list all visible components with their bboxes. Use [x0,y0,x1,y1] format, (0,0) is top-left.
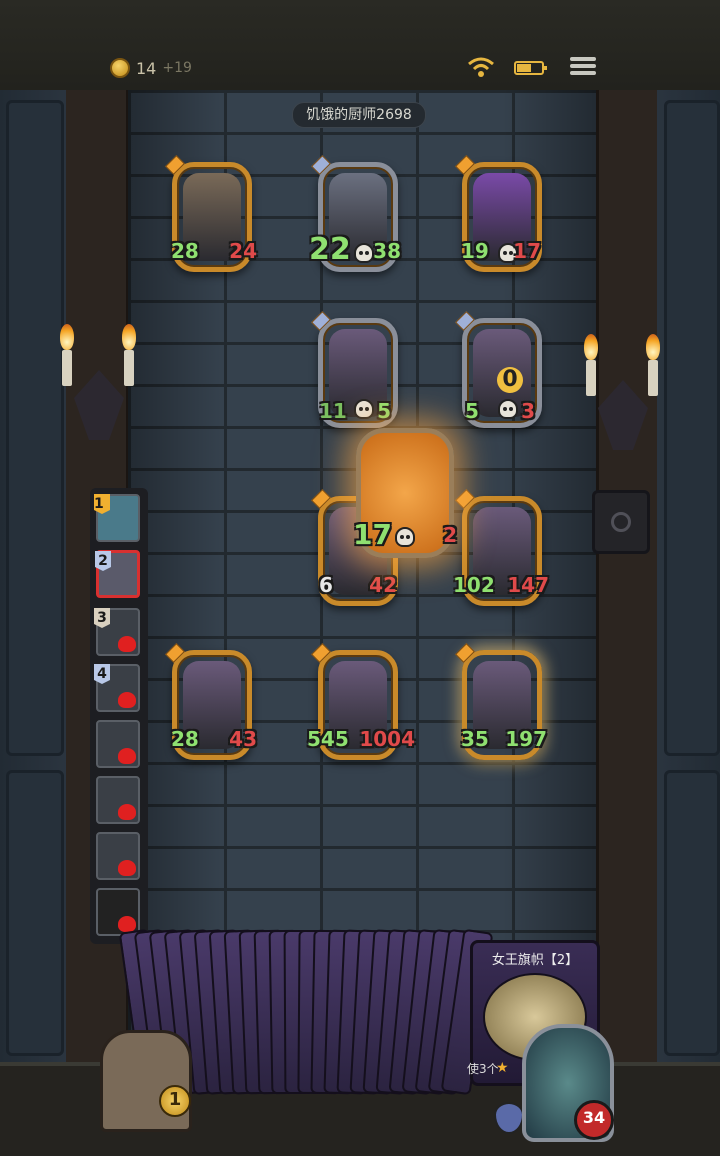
right-door-panel [664,100,720,756]
deck-card-title: 女王旗帜【2】 [491,953,579,968]
queue-item[interactable]: 4 [94,664,140,712]
door-lock [592,490,650,554]
card-health: 3 [521,399,535,423]
right-beam [596,90,657,1070]
queue-number: 4 [94,664,110,684]
queue-item[interactable] [96,776,140,824]
enemy-card[interactable]: 11 5 [311,311,398,428]
card-attack: 35 [461,727,489,751]
card-attack: 22 [309,232,351,267]
card-attack: 5 [465,399,479,423]
queue-number: 2 [95,551,111,571]
card-attack: 6 [319,573,333,597]
card-attack: 545 [307,727,349,751]
turn-order-queue: 1 2 3 4 [90,488,148,944]
star-icon: ★ [496,1060,509,1076]
dead-skull-icon [118,860,136,876]
card-health: 42 [369,573,397,597]
menu-button[interactable] [570,54,596,80]
card-health: 5 [377,399,391,423]
skull-icon [395,527,415,547]
card-health: 17 [513,239,541,263]
top-bar: 14 +19 [0,0,720,93]
player-card[interactable]: 545 1004 [307,643,415,760]
gold-amount: 14 [136,58,157,78]
card-attack: 17 [353,518,392,551]
card-health: 38 [373,239,401,263]
candelabra-left [54,320,144,450]
gold-gain: +19 [162,60,192,76]
queue-item[interactable]: 1 [94,494,140,542]
dead-skull-icon [118,748,136,764]
skull-icon [354,243,374,263]
queue-item[interactable]: 3 [94,608,140,656]
enemy-card[interactable]: 28 24 [165,155,257,272]
player-card[interactable]: 102 147 [453,489,549,606]
card-attack: 102 [453,573,495,597]
player-card[interactable]: 35 197 [455,643,547,760]
skull-icon [498,399,518,419]
wifi-icon [468,57,494,77]
queue-number: 3 [94,608,110,628]
card-attack: 28 [171,727,199,751]
gold-counter: 14 +19 [110,58,192,78]
dead-skull-icon [118,692,136,708]
player-card[interactable]: 28 43 [165,643,257,760]
card-attack: 19 [461,239,489,263]
attacking-card: 17 2 [353,428,457,558]
card-health: 24 [229,239,257,263]
dead-skull-icon [118,804,136,820]
card-attack: 28 [171,239,199,263]
deck-card-text: 使3个 [467,1062,499,1076]
queue-item[interactable] [96,832,140,880]
card-attack: 11 [319,399,347,423]
card-health: 1004 [359,727,415,751]
enemy-card[interactable]: 22 38 [309,155,401,272]
chest-coin: 1 [159,1085,191,1117]
queue-item[interactable]: 2 [95,550,140,598]
right-door-panel-lower [664,770,720,1056]
candelabra-right [578,330,668,460]
queue-item[interactable] [96,888,140,936]
card-health: 197 [505,727,547,751]
card-health: 147 [507,573,549,597]
battery-icon [514,61,547,75]
star-badge: 0 [497,367,523,393]
enemy-card[interactable]: 0 5 3 [455,311,542,428]
queue-item[interactable] [96,720,140,768]
treasure-chest[interactable]: 1 [100,1030,192,1132]
queue-number: 1 [94,494,110,514]
left-door-panel-lower [6,770,64,1056]
hero-health: 34 [574,1100,614,1140]
enemy-name-label: 饥饿的厨师2698 [292,102,426,128]
skull-icon [354,399,374,419]
card-health: 2 [443,523,457,547]
coin-icon [110,58,130,78]
card-health: 43 [229,727,257,751]
enemy-card[interactable]: 19 17 [455,155,542,272]
dead-skull-icon [118,636,136,652]
